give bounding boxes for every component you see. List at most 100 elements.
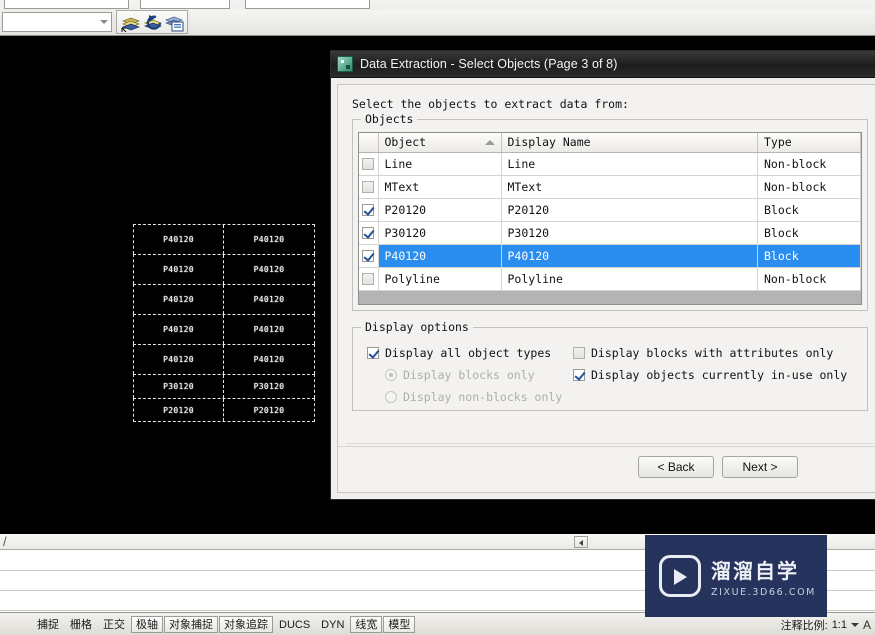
- option-display-objects-currently-in-use-only[interactable]: Display objects currently in-use only: [573, 364, 875, 386]
- toolbar-combo-a[interactable]: [4, 0, 129, 9]
- cad-grid-row: P40120 P40120: [133, 254, 315, 284]
- objects-table-head: Object Display Name Type: [359, 133, 861, 153]
- status-toggle-ducs[interactable]: DUCS: [274, 616, 315, 633]
- cad-block-grid: P40120 P40120 P40120 P40120 P40120 P4012…: [133, 224, 315, 422]
- watermark-text: 溜溜自学 ZIXUE.3D66.COM: [711, 555, 816, 598]
- dialog-title: Data Extraction - Select Objects (Page 3…: [360, 57, 618, 71]
- footer-separator: [346, 443, 874, 444]
- row-checkbox[interactable]: [362, 181, 375, 193]
- dialog-body: Select the objects to extract data from:…: [337, 84, 875, 493]
- status-toggle-polar[interactable]: 极轴: [131, 616, 163, 633]
- status-toggle-grid[interactable]: 栅格: [65, 616, 97, 633]
- table-header-row: Object Display Name Type: [359, 133, 861, 153]
- cell-object: P40120: [378, 244, 502, 268]
- watermark-url: ZIXUE.3D66.COM: [711, 586, 816, 598]
- cad-grid-row: P40120 P40120: [133, 314, 315, 344]
- status-toggle-osnap[interactable]: 对象捕捉: [164, 616, 218, 633]
- cad-grid-cell: P40120: [134, 225, 224, 254]
- row-checkbox[interactable]: [362, 204, 375, 216]
- option-display-all-object-types[interactable]: Display all object types: [367, 342, 587, 364]
- layer-previous-icon[interactable]: [142, 14, 162, 32]
- sort-ascending-icon: [484, 140, 495, 145]
- status-bar-right: 注释比例: 1:1 A: [781, 615, 871, 634]
- column-header-display-name[interactable]: Display Name: [501, 133, 758, 153]
- cad-grid-row: P30120 P30120: [133, 374, 315, 398]
- display-non-blocks-only-label: Display non-blocks only: [403, 390, 563, 404]
- toolbar-combo-b[interactable]: [140, 0, 230, 9]
- layer-dropdown[interactable]: [2, 12, 112, 32]
- status-toggle-model[interactable]: 模型: [383, 616, 416, 633]
- annotation-scale-value[interactable]: 1:1: [832, 619, 847, 631]
- chevron-down-icon[interactable]: [850, 622, 859, 627]
- cell-object: Line: [378, 152, 502, 176]
- row-checkbox-cell[interactable]: [359, 221, 379, 245]
- cell-type: Non-block: [757, 267, 861, 291]
- select-objects-prompt: Select the objects to extract data from:: [352, 97, 629, 111]
- cad-grid-row: P40120 P40120: [133, 284, 315, 314]
- table-row[interactable]: MText MText Non-block: [359, 175, 861, 199]
- column-header-object[interactable]: Object: [378, 133, 502, 153]
- toolbar-combo-c[interactable]: [245, 0, 370, 9]
- status-toggle-snap[interactable]: 捕捉: [32, 616, 64, 633]
- cell-object: P30120: [378, 221, 502, 245]
- status-toggle-ortho[interactable]: 正交: [98, 616, 130, 633]
- cell-type: Block: [757, 221, 861, 245]
- layer-properties-icon[interactable]: [120, 14, 140, 33]
- display-blocks-only-label: Display blocks only: [403, 368, 535, 382]
- status-toggle-group: 捕捉 栅格 正交 极轴 对象捕捉 对象追踪 DUCS DYN 线宽 模型: [32, 615, 416, 634]
- display-options-title: Display options: [361, 320, 473, 334]
- table-row-selected[interactable]: P40120 P40120 Block: [359, 244, 861, 268]
- row-checkbox-cell[interactable]: [359, 244, 379, 268]
- table-row[interactable]: Line Line Non-block: [359, 152, 861, 176]
- play-button-logo: [659, 555, 701, 597]
- table-row[interactable]: Polyline Polyline Non-block: [359, 267, 861, 291]
- display-all-object-types-checkbox[interactable]: [367, 347, 379, 359]
- next-button[interactable]: Next >: [722, 456, 798, 478]
- column-header-checkbox[interactable]: [359, 133, 379, 153]
- row-checkbox[interactable]: [362, 158, 375, 170]
- display-blocks-only-radio: [385, 369, 397, 381]
- status-toggle-otrack[interactable]: 对象追踪: [219, 616, 273, 633]
- cad-grid-cell: P40120: [253, 235, 285, 244]
- cell-display-name: P30120: [501, 221, 758, 245]
- row-checkbox-cell[interactable]: [359, 267, 379, 291]
- row-checkbox[interactable]: [362, 227, 375, 239]
- cell-display-name: P40120: [501, 244, 758, 268]
- cad-grid-cell: P40120: [134, 315, 224, 344]
- row-checkbox-cell[interactable]: [359, 175, 379, 199]
- cell-type: Non-block: [757, 175, 861, 199]
- back-button[interactable]: < Back: [638, 456, 714, 478]
- watermark-title: 溜溜自学: [711, 558, 799, 583]
- row-checkbox-cell[interactable]: [359, 198, 379, 222]
- display-all-object-types-label: Display all object types: [385, 346, 552, 360]
- layer-states-icon[interactable]: [164, 14, 184, 32]
- display-options-right-column: Display blocks with attributes only Disp…: [573, 342, 875, 386]
- table-row[interactable]: P20120 P20120 Block: [359, 198, 861, 222]
- cell-display-name: Polyline: [501, 267, 758, 291]
- autocad-data-extraction-icon: [337, 56, 353, 72]
- status-toggle-dyn[interactable]: DYN: [316, 616, 349, 633]
- status-toggle-lineweight[interactable]: 线宽: [350, 616, 383, 633]
- cad-grid-cell: P40120: [134, 345, 224, 374]
- cad-grid-cell: P40120: [134, 285, 224, 314]
- row-checkbox-cell[interactable]: [359, 152, 379, 176]
- objects-table: Object Display Name Type Line Line Non-b…: [359, 133, 861, 291]
- display-blocks-with-attributes-only-checkbox[interactable]: [573, 347, 585, 359]
- toolbar-empty-area: [190, 10, 875, 34]
- cell-type: Block: [757, 198, 861, 222]
- scroll-left-button[interactable]: [574, 536, 588, 548]
- row-checkbox[interactable]: [362, 250, 375, 262]
- dialog-titlebar[interactable]: Data Extraction - Select Objects (Page 3…: [331, 51, 875, 78]
- cell-object: P20120: [378, 198, 502, 222]
- column-header-type[interactable]: Type: [757, 133, 861, 153]
- table-row[interactable]: P30120 P30120 Block: [359, 221, 861, 245]
- annotation-visibility-icon[interactable]: A: [863, 618, 871, 632]
- option-display-blocks-with-attributes-only[interactable]: Display blocks with attributes only: [573, 342, 875, 364]
- cad-grid-cell: P30120: [134, 375, 224, 398]
- display-objects-currently-in-use-only-checkbox[interactable]: [573, 369, 585, 381]
- dialog-content: Select the objects to extract data from:…: [338, 85, 875, 446]
- cad-grid-cell: P40120: [134, 255, 224, 284]
- display-options-body: Display all object types Display blocks …: [363, 342, 859, 406]
- objects-table-container[interactable]: Object Display Name Type Line Line Non-b…: [358, 132, 862, 305]
- row-checkbox[interactable]: [362, 273, 375, 285]
